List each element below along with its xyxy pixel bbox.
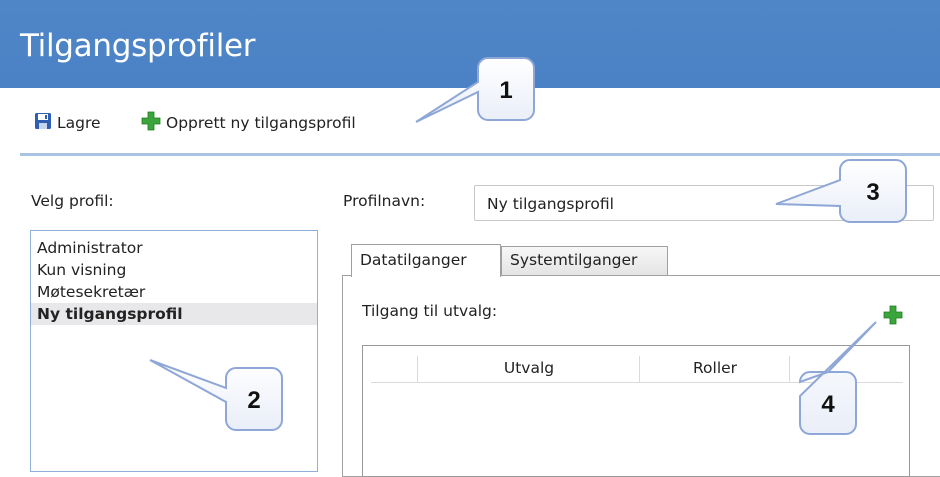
profile-list-label: Velg profil: (31, 192, 114, 210)
column-header-roller[interactable]: Roller (640, 356, 790, 382)
green-plus-icon (883, 305, 903, 325)
save-button[interactable]: Lagre (34, 112, 101, 134)
create-profile-button[interactable]: Opprett ny tilgangsprofil (141, 111, 356, 135)
list-item[interactable]: Møtesekretær (31, 281, 317, 303)
access-label: Tilgang til utvalg: (362, 302, 498, 320)
add-access-button[interactable] (883, 305, 903, 325)
green-plus-icon (141, 111, 161, 135)
tab-datatilganger[interactable]: Datatilganger (351, 244, 501, 277)
toolbar: Lagre Opprett ny tilgangsprofil (0, 88, 940, 154)
title-bar: Tilgangsprofiler (0, 0, 940, 88)
profile-name-label: Profilnavn: (343, 192, 426, 210)
save-button-label: Lagre (57, 114, 101, 132)
list-item[interactable]: Administrator (31, 237, 317, 259)
tab-systemtilganger[interactable]: Systemtilganger (501, 246, 668, 275)
column-separator (789, 356, 790, 382)
page-title: Tilgangsprofiler (20, 28, 256, 64)
access-grid[interactable]: Utvalg Roller (362, 345, 910, 477)
toolbar-divider (20, 153, 940, 156)
grid-header: Utvalg Roller (371, 356, 903, 383)
list-item[interactable]: Kun visning (31, 259, 317, 281)
floppy-disk-icon (34, 112, 52, 134)
create-profile-button-label: Opprett ny tilgangsprofil (166, 114, 356, 132)
profile-list[interactable]: Administrator Kun visning Møtesekretær N… (30, 230, 318, 472)
column-header-utvalg[interactable]: Utvalg (418, 356, 640, 382)
list-item-selected[interactable]: Ny tilgangsprofil (31, 303, 317, 325)
profile-name-field[interactable]: Ny tilgangsprofil (474, 185, 934, 221)
